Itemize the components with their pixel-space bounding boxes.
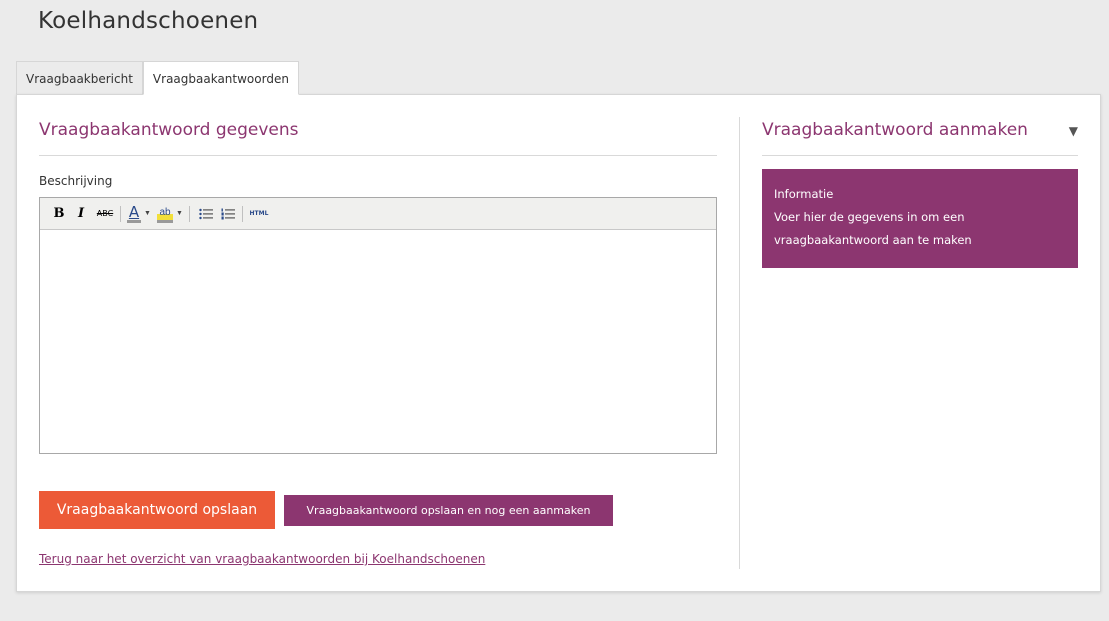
rich-text-editor: B I ABC A ▼ ab ▼ HTML <box>39 197 717 454</box>
page-title: Koelhandschoenen <box>38 8 259 34</box>
tab-vraagbaakbericht[interactable]: Vraagbaakbericht <box>16 61 143 95</box>
sidebar-title: Vraagbaakantwoord aanmaken ▼ <box>762 120 1078 156</box>
tab-bar: Vraagbaakbericht Vraagbaakantwoorden <box>16 61 299 95</box>
save-and-new-button[interactable]: Vraagbaakantwoord opslaan en nog een aan… <box>284 494 613 526</box>
form-column: Vraagbaakantwoord gegevens Beschrijving … <box>39 95 717 566</box>
sidebar: Vraagbaakantwoord aanmaken ▼ Informatie … <box>762 95 1078 268</box>
highlight-dropdown-icon[interactable]: ▼ <box>176 204 183 224</box>
back-to-overview-link[interactable]: Terug naar het overzicht van vraagbaakan… <box>39 552 485 566</box>
bold-icon[interactable]: B <box>52 204 66 224</box>
sidebar-title-text: Vraagbaakantwoord aanmaken <box>762 120 1028 140</box>
info-box: Informatie Voer hier de gegevens in om e… <box>762 169 1078 268</box>
tab-vraagbaakantwoorden[interactable]: Vraagbaakantwoorden <box>142 61 299 95</box>
toolbar-divider <box>242 205 243 222</box>
font-color-dropdown-icon[interactable]: ▼ <box>144 204 151 224</box>
caret-down-icon[interactable]: ▼ <box>1069 124 1078 138</box>
numbered-list-icon[interactable] <box>220 204 236 224</box>
section-title: Vraagbaakantwoord gegevens <box>39 120 717 156</box>
info-line-2: vraagbaakantwoord aan te maken <box>774 233 972 247</box>
strikethrough-icon[interactable]: ABC <box>96 204 114 224</box>
bullet-list-icon[interactable] <box>198 204 214 224</box>
description-label: Beschrijving <box>39 174 113 188</box>
toolbar-divider <box>189 205 190 222</box>
info-heading: Informatie <box>774 187 834 201</box>
column-divider <box>739 117 740 569</box>
description-textarea[interactable] <box>40 230 716 453</box>
form-actions: Vraagbaakantwoord opslaan Vraagbaakantwo… <box>39 491 613 529</box>
font-color-icon[interactable]: A <box>127 204 141 223</box>
highlight-icon[interactable]: ab <box>157 204 173 223</box>
editor-toolbar: B I ABC A ▼ ab ▼ HTML <box>40 198 716 230</box>
save-button[interactable]: Vraagbaakantwoord opslaan <box>39 491 275 529</box>
html-icon[interactable]: HTML <box>249 204 269 224</box>
toolbar-divider <box>120 205 121 222</box>
info-line-1: Voer hier de gegevens in om een <box>774 210 965 224</box>
content-panel: Vraagbaakantwoord gegevens Beschrijving … <box>16 94 1101 592</box>
italic-icon[interactable]: I <box>74 204 88 224</box>
